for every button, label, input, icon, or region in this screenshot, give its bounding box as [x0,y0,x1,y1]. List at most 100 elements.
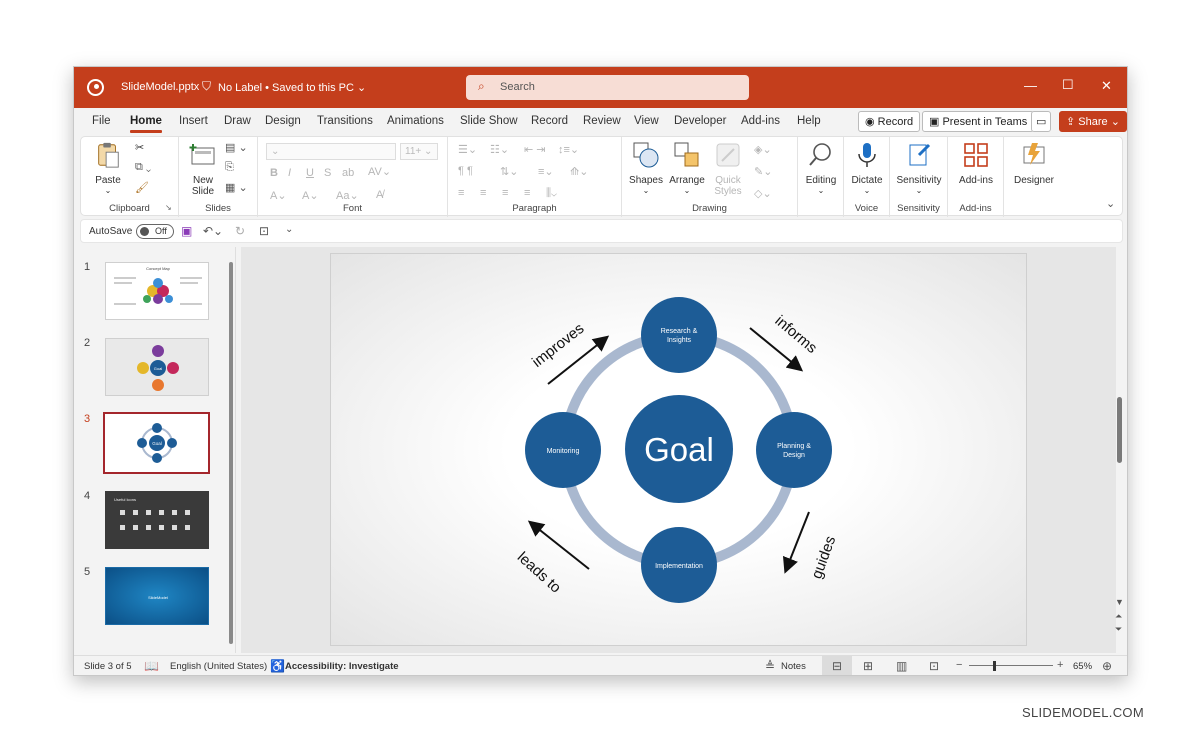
node-research-insights[interactable]: Research & Insights [641,297,717,373]
bold-icon[interactable]: B [270,167,278,179]
save-icon[interactable]: ▣ [181,224,192,238]
columns-icon[interactable]: ⫼⌄ [546,187,557,200]
slideshow-icon[interactable]: ⊡ [929,659,939,673]
addins-button[interactable]: Add-ins [954,141,998,186]
prev-slide-icon[interactable]: ⏶ [1115,611,1122,622]
undo-icon[interactable]: ↶⌄ [203,224,223,238]
line-spacing-icon[interactable]: ↕≡⌄ [558,143,579,156]
zoom-slider-thumb[interactable] [993,661,996,671]
align-text-icon[interactable]: ≡⌄ [538,165,554,178]
tab-review[interactable]: Review [583,115,621,127]
indent-icon[interactable]: ⇤ ⇥ [524,143,546,156]
tab-add-ins[interactable]: Add-ins [741,115,780,127]
slide-thumbnail-2[interactable]: Goal [105,338,209,396]
align-left-icon[interactable]: ≡ [458,187,464,199]
tab-record[interactable]: Record [531,115,568,127]
dialog-launcher-icon[interactable]: ↘ [165,203,172,212]
tab-file[interactable]: File [92,115,111,127]
share-button[interactable]: ⇪ Share ⌄ [1059,111,1127,132]
zoom-level[interactable]: 65% [1073,661,1092,672]
maximize-icon[interactable]: ☐ [1062,77,1074,93]
copy-icon[interactable]: ⧉ ⌄ [135,161,151,174]
change-case-icon[interactable]: Aa⌄ [336,189,359,202]
highlight-icon[interactable]: A⌄ [270,189,287,202]
text-direction-icon[interactable]: ⇅⌄ [500,165,518,178]
rtl-icon[interactable]: ¶ ¶ [458,165,473,177]
scroll-down-icon[interactable]: ▼ [1115,597,1124,607]
quick-styles-button[interactable]: Quick Styles [710,141,746,197]
current-slide[interactable]: Goal Research & Insights Planning & Desi… [330,253,1027,646]
tab-insert[interactable]: Insert [179,115,208,127]
redo-icon[interactable]: ↻ [235,224,245,238]
underline-icon[interactable]: U [306,167,314,179]
tab-transitions[interactable]: Transitions [317,115,373,127]
file-name[interactable]: SlideModel.pptx [121,81,199,93]
accessibility-icon[interactable]: ♿ [270,659,285,673]
node-monitoring[interactable]: Monitoring [525,412,601,488]
zoom-in-icon[interactable]: + [1057,659,1063,671]
reset-icon[interactable]: ⎘ [225,161,234,174]
editor-scrollbar[interactable] [1117,397,1122,463]
clear-format-icon[interactable]: A̸ [376,189,383,201]
slide-thumbnail-5[interactable]: SlideModel [105,567,209,625]
sensitivity-button[interactable]: Sensitivity ⌄ [892,141,946,195]
font-size-box[interactable]: 11+ ⌄ [400,143,438,160]
normal-view-icon[interactable]: ⊟ [822,656,852,675]
editing-button[interactable]: Editing ⌄ [802,141,840,195]
dictate-button[interactable]: Dictate ⌄ [848,141,886,195]
tab-help[interactable]: Help [797,115,821,127]
font-name-box[interactable]: ⌄ [266,143,396,160]
smartart-icon[interactable]: ⟰⌄ [570,165,588,178]
shape-effects-icon[interactable]: ◇⌄ [754,187,772,200]
notes-button[interactable]: Notes [781,661,806,672]
bullets-icon[interactable]: ☰⌄ [458,143,477,156]
numbering-icon[interactable]: ☷⌄ [490,143,509,156]
arrange-button[interactable]: Arrange ⌄ [668,141,706,195]
shape-outline-icon[interactable]: ✎⌄ [754,165,772,178]
slide-sorter-icon[interactable]: ⊞ [863,659,873,673]
tab-draw[interactable]: Draw [224,115,251,127]
thumbnails-scrollbar[interactable] [229,262,233,644]
customize-qat-icon[interactable]: ⌄ [285,224,293,235]
tab-home[interactable]: Home [130,115,162,133]
slide-thumbnail-1[interactable]: Concept Map [105,262,209,320]
autosave-toggle[interactable]: Off [136,224,174,239]
format-painter-icon[interactable]: 🖌 [135,181,149,194]
close-icon[interactable]: ✕ [1101,78,1112,94]
goal-node[interactable]: Goal [625,395,733,503]
section-icon[interactable]: ▦ ⌄ [225,181,248,194]
minimize-icon[interactable]: — [1024,78,1037,93]
new-slide-button[interactable]: New Slide [185,141,221,197]
char-spacing-icon[interactable]: AV⌄ [368,165,391,178]
reading-view-icon[interactable]: ▥ [896,659,907,673]
shape-fill-icon[interactable]: ◈⌄ [754,143,772,156]
slide-thumbnail-4[interactable]: Useful Icons [105,491,209,549]
font-color-icon[interactable]: A⌄ [302,189,319,202]
italic-icon[interactable]: I [288,167,291,179]
search-box[interactable]: ⌕ Search [466,75,749,100]
zoom-slider[interactable] [969,665,1053,666]
shadow-text-icon[interactable]: ab [342,167,354,179]
tab-view[interactable]: View [634,115,659,127]
slide-thumbnail-3[interactable]: Goal [103,412,210,474]
language-status[interactable]: English (United States) [170,661,267,672]
sensitivity-save-status[interactable]: No Label • Saved to this PC ⌄ [218,81,366,94]
align-center-icon[interactable]: ≡ [480,187,486,199]
cut-icon[interactable]: ✂ [135,141,144,154]
present-from-start-icon[interactable]: ⊡ [259,224,269,238]
node-planning-design[interactable]: Planning & Design [756,412,832,488]
record-button[interactable]: ◉ Record [858,111,921,132]
layout-icon[interactable]: ▤ ⌄ [225,141,248,154]
next-slide-icon[interactable]: ⏷ [1115,624,1122,635]
tab-animations[interactable]: Animations [387,115,444,127]
spelling-icon[interactable]: 📖 [144,659,159,673]
accessibility-status[interactable]: Accessibility: Investigate [285,661,399,672]
notes-icon[interactable]: ≜ [765,659,775,673]
designer-button[interactable]: Designer [1010,141,1058,186]
comments-icon[interactable]: ▭ [1031,111,1051,132]
tab-design[interactable]: Design [265,115,301,127]
collapse-ribbon-icon[interactable]: ⌄ [1106,197,1115,210]
shapes-button[interactable]: Shapes ⌄ [628,141,664,195]
present-in-teams-button[interactable]: ▣ Present in Teams [922,111,1035,132]
align-right-icon[interactable]: ≡ [502,187,508,199]
